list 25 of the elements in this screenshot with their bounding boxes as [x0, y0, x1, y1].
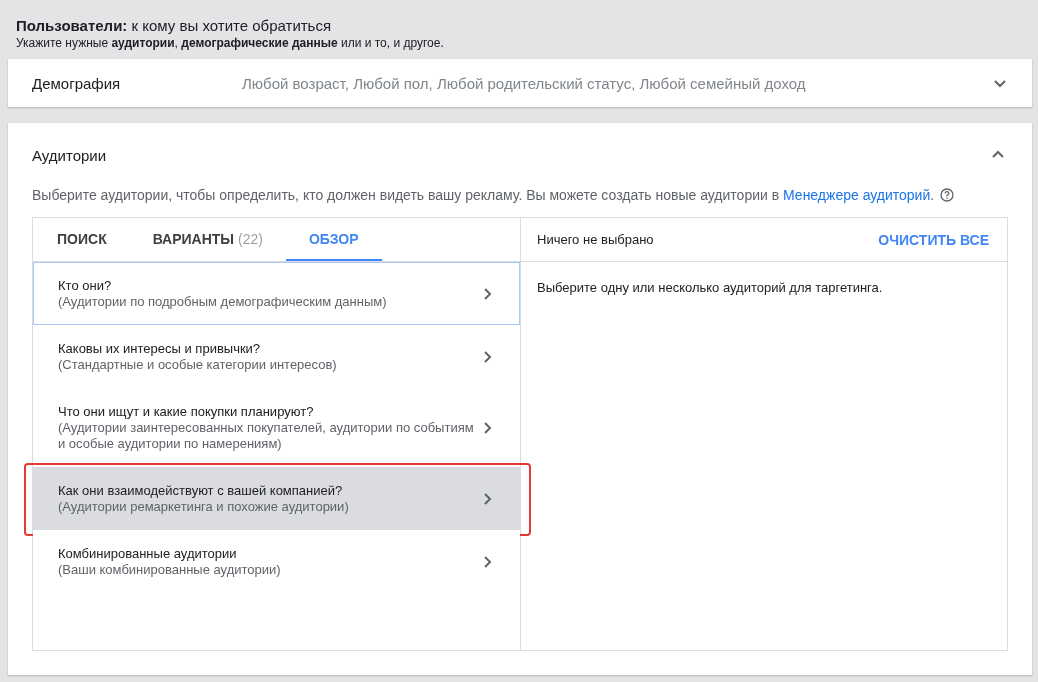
- category-title: Кто они?: [58, 277, 113, 294]
- category-description: (Аудитории заинтересованных покупателей, аудитории по событиям и особые аудитории по намерениям): [58, 420, 475, 452]
- selection-status: Ничего не выбрано: [537, 232, 654, 247]
- clear-all-button[interactable]: ОЧИСТИТЬ ВСЕ: [872, 230, 995, 249]
- help-icon[interactable]: [940, 188, 955, 202]
- audiences-description: Выберите аудитории, чтобы определить, кто должен видеть вашу рекламу. Вы можете создать новые аудитории в Менеджере аудиторий.: [32, 187, 935, 203]
- category-item[interactable]: Как они взаимодействуют с вашей компанией? (Аудитории ремаркетинга и похожие аудитории): [33, 467, 520, 530]
- demographics-label: Демография: [32, 74, 122, 92]
- category-description: (Аудитории ремаркетинга и похожие аудитории): [58, 499, 350, 515]
- category-description: (Стандартные и особые категории интересов): [58, 357, 338, 373]
- tab[interactable]: ПОИСК: [34, 218, 130, 261]
- category-title: Комбинированные аудитории: [58, 545, 238, 562]
- tab-count: (22): [238, 230, 263, 247]
- category-title: Как они взаимодействуют с вашей компанией?: [58, 482, 344, 499]
- category-description: (Аудитории по подробным демографическим данным): [58, 294, 388, 310]
- tab[interactable]: ВАРИАНТЫ (22): [129, 218, 286, 261]
- demographics-summary: Любой возраст, Любой пол, Любой родительский статус, Любой семейный доход: [242, 74, 807, 92]
- category-title: Каковы их интересы и привычки?: [58, 340, 262, 357]
- category-title: Что они ищут и какие покупки планируют?: [58, 403, 315, 420]
- audiences-title: Аудитории: [32, 146, 107, 164]
- selection-hint: Выберите одну или несколько аудиторий для таргетинга.: [536, 279, 884, 297]
- category-description: (Ваши комбинированные аудитории): [58, 562, 282, 578]
- category-item[interactable]: Кто они? (Аудитории по подробным демографическим данным): [33, 262, 520, 325]
- section-subtitle: Укажите нужные аудитории, демографические данные или и то, и другое.: [16, 35, 445, 51]
- section-title: Пользователи: к кому вы хотите обратиться: [16, 16, 333, 35]
